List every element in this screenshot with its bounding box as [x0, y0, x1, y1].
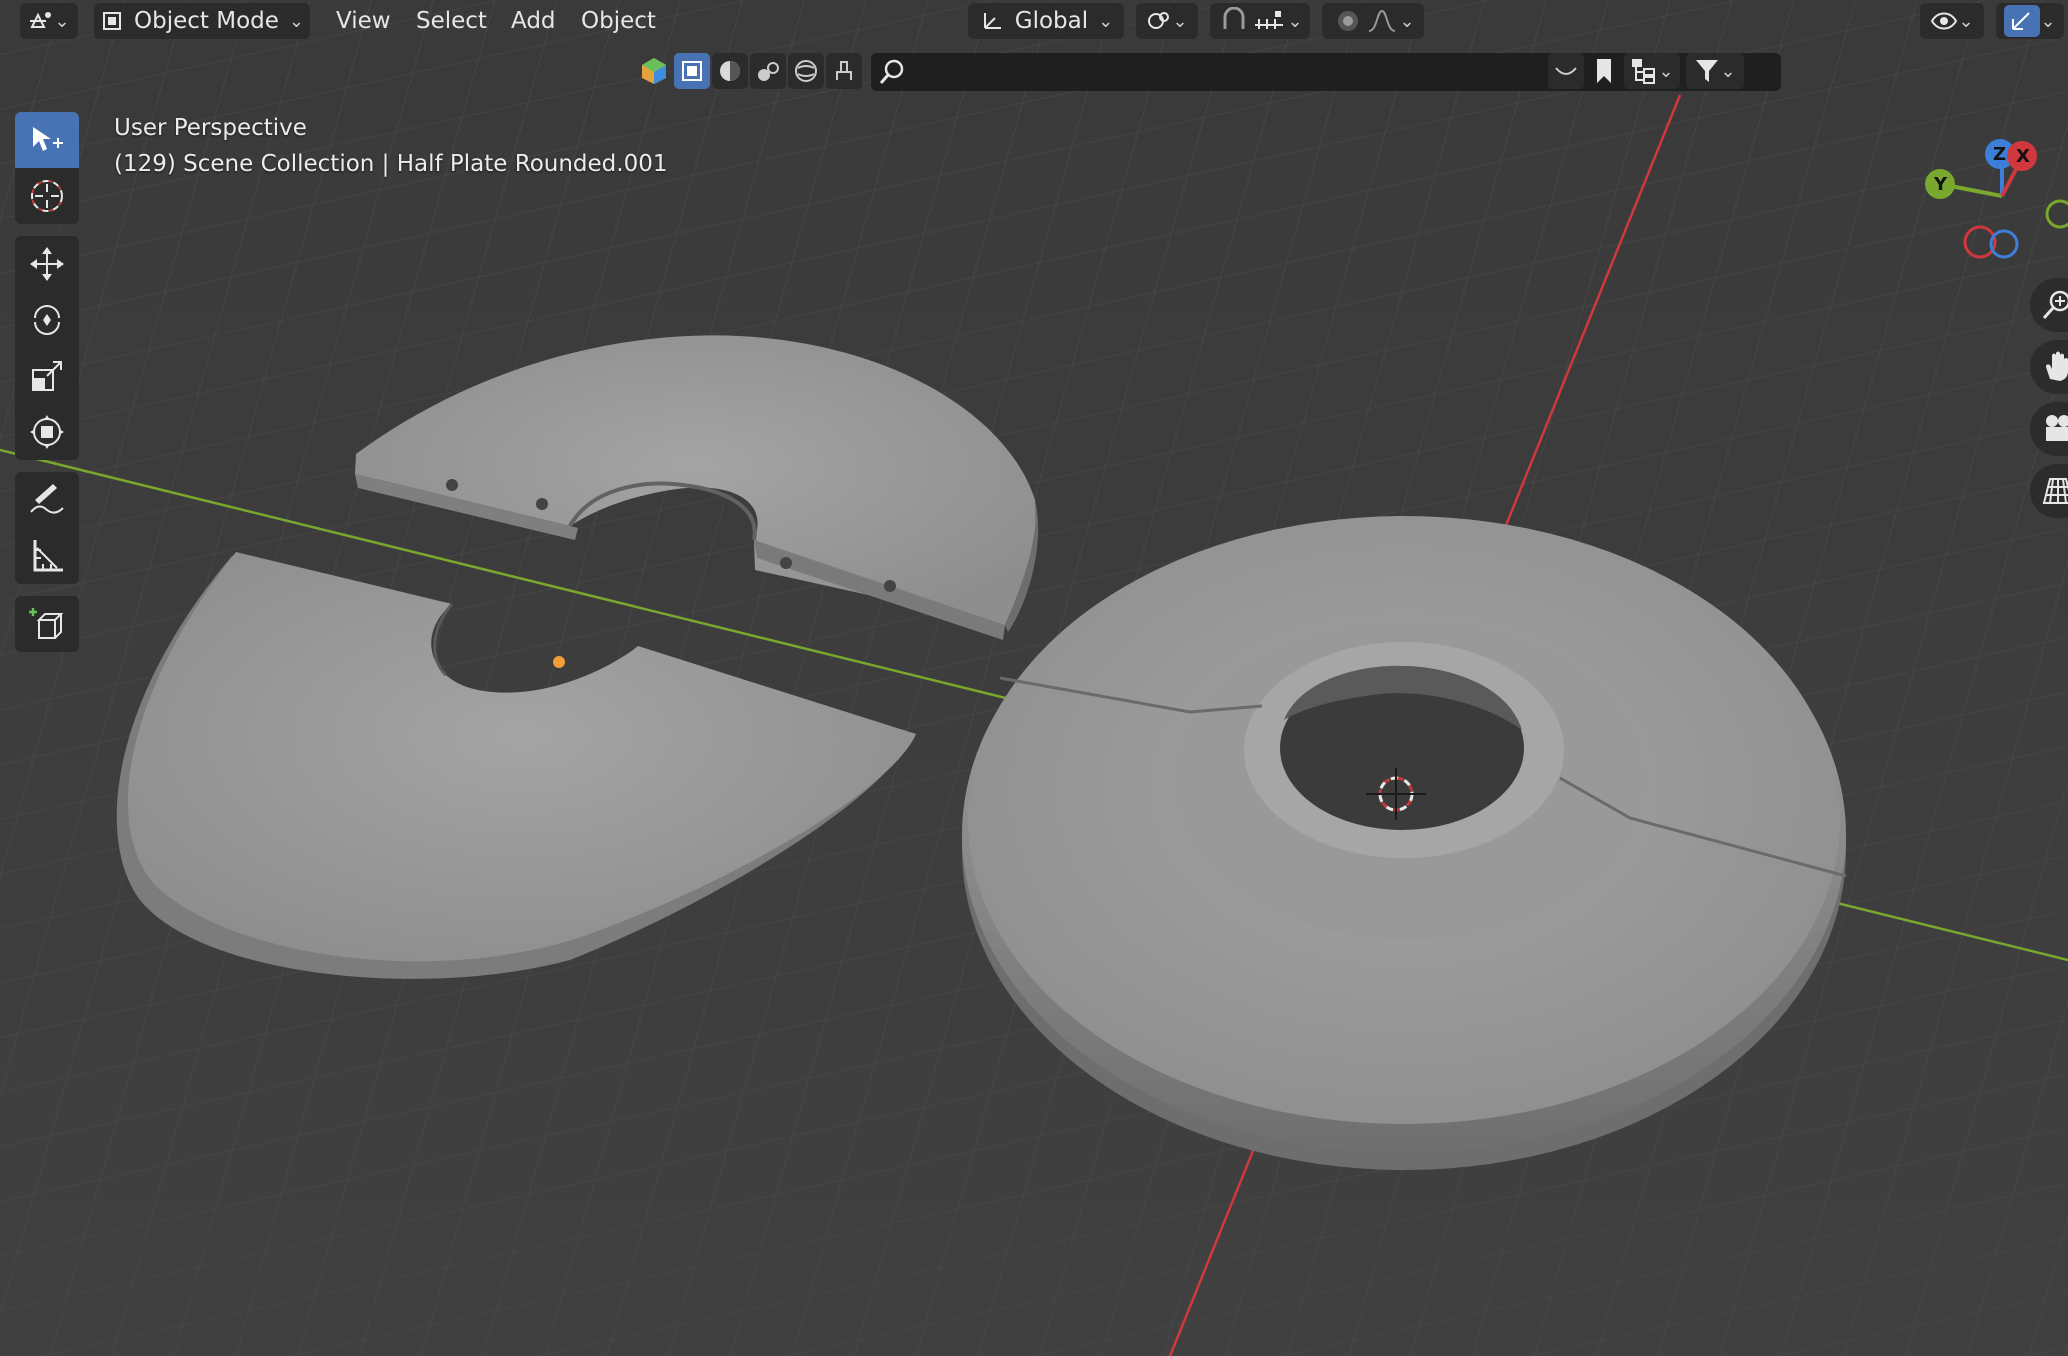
chevron-down-icon: ⌄: [54, 10, 70, 32]
select-cursor-icon: [33, 127, 63, 151]
cursor-icon: [31, 180, 63, 212]
orientation-axes-icon: [983, 13, 1001, 29]
visibility-selector[interactable]: ⌄: [1920, 3, 1984, 39]
world-icon[interactable]: [788, 53, 824, 89]
add-cube-tool-button[interactable]: [15, 596, 79, 652]
gizmo-icon: [2012, 12, 2031, 30]
mode-selector[interactable]: Object Mode ⌄: [94, 3, 310, 39]
grid-perspective-icon: [2042, 478, 2068, 504]
proportional-editing-controls[interactable]: ⌄: [1322, 3, 1424, 39]
brush-icon[interactable]: [826, 53, 862, 89]
material-preview-icon[interactable]: [636, 53, 672, 89]
filter-funnel-icon: [1696, 60, 1719, 82]
origin-dot: [553, 656, 565, 668]
chevron-down-icon: ⌄: [1287, 10, 1303, 32]
cursor-tool-button[interactable]: [15, 168, 79, 224]
transform-icon: [30, 415, 64, 449]
filter-button[interactable]: ⌄: [1686, 53, 1744, 89]
object-mode-icon: [103, 12, 121, 30]
full-plate-rounded[interactable]: [962, 516, 1847, 1170]
menu-view[interactable]: View: [330, 6, 397, 36]
menu-add[interactable]: Add: [505, 6, 562, 36]
transform-orientation-selector[interactable]: Global ⌄: [968, 3, 1124, 39]
annotate-tool-button[interactable]: [15, 472, 79, 528]
physics-icon[interactable]: [750, 53, 786, 89]
view-name: User Perspective: [114, 115, 307, 141]
add-cube-icon: [29, 608, 64, 639]
scale-icon: [32, 361, 62, 391]
falloff-curve-icon[interactable]: [1365, 7, 1399, 35]
3d-viewport[interactable]: Z X Y: [0, 0, 2068, 1356]
snap-increment-icon[interactable]: [1251, 7, 1287, 35]
menu-select[interactable]: Select: [410, 6, 493, 36]
select-tool-button[interactable]: [15, 112, 79, 168]
move-icon: [30, 247, 64, 281]
camera-icon: [2046, 415, 2068, 441]
chevron-down-icon: ⌄: [1720, 60, 1736, 82]
gizmo-toggle[interactable]: ⌄: [1996, 3, 2064, 39]
search-icon: [879, 59, 904, 84]
gizmo-x-label: X: [2016, 146, 2030, 167]
gizmo-z-label: Z: [1993, 144, 2006, 165]
annotate-icon: [30, 484, 64, 514]
hierarchy-icon: [1632, 59, 1656, 84]
editor-type-button[interactable]: ⌄: [20, 3, 78, 39]
rotate-tool-button[interactable]: [15, 292, 79, 348]
solid-shading-icon[interactable]: [712, 53, 748, 89]
select-toolbar: ⌄ ⌄: [636, 53, 1781, 93]
eye-icon: [1931, 12, 1958, 30]
scale-tool-button[interactable]: [15, 348, 79, 404]
chevron-down-icon: ⌄: [1658, 60, 1674, 82]
select-box-icon[interactable]: [674, 53, 710, 89]
gizmo-toggle-active[interactable]: [2004, 5, 2041, 37]
menu-object[interactable]: Object: [575, 6, 662, 36]
chevron-down-icon: ⌄: [2040, 10, 2056, 32]
3d-view-icon: [30, 12, 52, 28]
zoom-icon: [2042, 290, 2068, 320]
curve-icon[interactable]: [1548, 53, 1584, 89]
chevron-down-icon: ⌄: [1958, 10, 1974, 32]
gizmo-y-label: Y: [1933, 174, 1948, 195]
proportional-edit-icon[interactable]: [1331, 7, 1365, 35]
transform-tool-button[interactable]: [15, 404, 79, 460]
pivot-icon: [1148, 12, 1170, 29]
hierarchy-filter-button[interactable]: ⌄: [1624, 53, 1680, 89]
measure-tool-button[interactable]: [15, 528, 79, 584]
rotate-icon: [34, 305, 60, 335]
move-tool-button[interactable]: [15, 236, 79, 292]
chevron-down-icon: ⌄: [1399, 10, 1415, 32]
pan-hand-icon: [2046, 351, 2068, 381]
snap-magnet-icon[interactable]: [1217, 7, 1251, 35]
measure-icon: [33, 540, 63, 572]
viewport-header: ⌄ Object Mode ⌄ View Select Add Object G…: [0, 0, 2068, 42]
chevron-down-icon: ⌄: [288, 10, 304, 32]
bookmark-icon[interactable]: [1586, 53, 1622, 89]
pivot-point-selector[interactable]: ⌄: [1136, 3, 1198, 39]
snapping-controls[interactable]: ⌄: [1210, 3, 1310, 39]
collection-info: (129) Scene Collection | Half Plate Roun…: [114, 151, 668, 177]
mode-label: Object Mode: [134, 8, 279, 34]
orientation-label: Global: [1014, 8, 1089, 34]
chevron-down-icon: ⌄: [1098, 10, 1114, 32]
chevron-down-icon: ⌄: [1172, 10, 1188, 32]
